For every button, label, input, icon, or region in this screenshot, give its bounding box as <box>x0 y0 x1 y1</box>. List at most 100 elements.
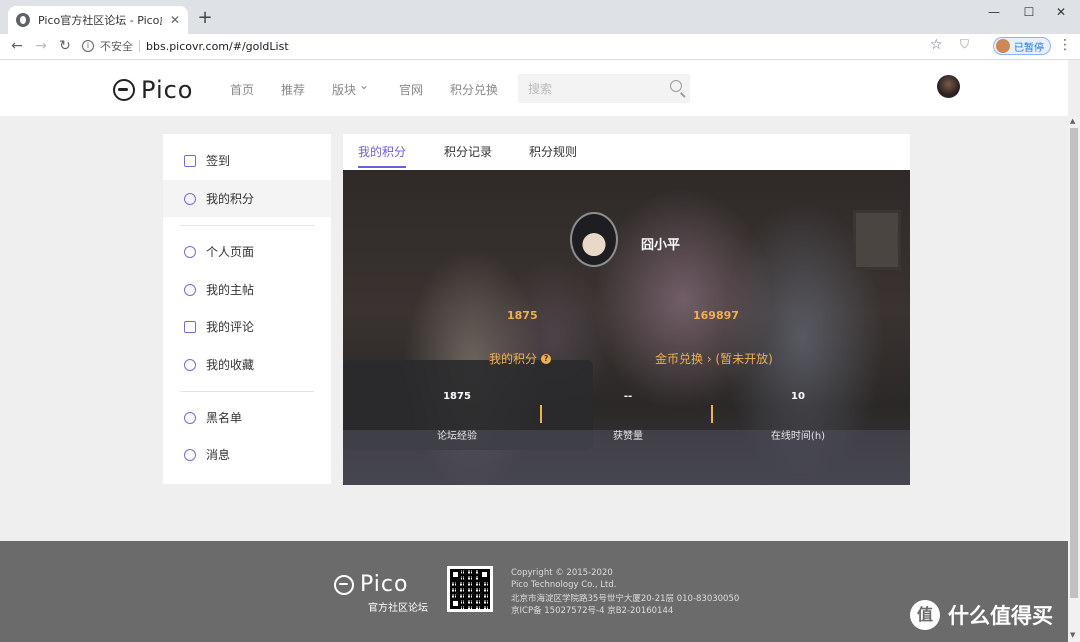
globe-icon <box>16 13 30 27</box>
minimize-button[interactable]: — <box>975 2 1013 22</box>
sidebar: 签到 我的积分 个人页面 我的主帖 我的评论 我的收藏 黑名单 消息 <box>163 134 331 484</box>
sidebar-item-label: 我的积分 <box>206 192 255 206</box>
page-scrollbar[interactable]: ▲ ▼ <box>1068 116 1080 642</box>
divider <box>139 40 140 52</box>
footer-logo-text: Pico <box>360 572 409 597</box>
pico-logo[interactable]: Pico <box>113 76 194 104</box>
info-icon[interactable]: i <box>82 40 94 52</box>
sidebar-item-profile[interactable]: 个人页面 <box>163 233 331 270</box>
sidebar-divider <box>180 391 314 392</box>
sidebar-item-my-comments[interactable]: 我的评论 <box>163 308 331 345</box>
logo-text: Pico <box>141 76 194 104</box>
qr-corner <box>450 598 461 609</box>
online-value: 10 <box>791 391 805 402</box>
search-icon[interactable] <box>670 80 682 92</box>
bookmark-star-icon[interactable]: ☆ <box>930 37 943 53</box>
likes-label: 获赞量 <box>613 431 643 442</box>
forward-button[interactable]: → <box>32 37 50 55</box>
browser-tab[interactable]: Pico官方社区论坛 - Pico虚拟现实 ✕ <box>8 6 188 34</box>
reload-button[interactable]: ↻ <box>56 37 74 55</box>
active-tab-indicator <box>358 166 406 168</box>
likes-value: -- <box>623 391 633 402</box>
calendar-icon <box>184 154 196 167</box>
nav-sections[interactable]: 版块 <box>332 81 356 98</box>
tab-title: Pico官方社区论坛 - Pico虚拟现实 <box>38 14 162 27</box>
profile-button[interactable]: 已暂停 <box>993 37 1051 55</box>
sidebar-item-label: 个人页面 <box>206 245 255 259</box>
nav-redeem[interactable]: 积分兑换 <box>450 81 498 98</box>
qr-code-pattern <box>450 569 490 609</box>
flame-icon <box>184 283 196 296</box>
stat-divider <box>711 405 713 423</box>
coin-icon <box>184 192 196 205</box>
help-icon[interactable]: ? <box>541 353 552 364</box>
tab-my-points[interactable]: 我的积分 <box>358 143 406 160</box>
nav-official[interactable]: 官网 <box>399 81 423 98</box>
search-box <box>518 74 690 103</box>
tab-points-rules[interactable]: 积分规则 <box>529 143 577 160</box>
online-label: 在线时间(h) <box>770 431 826 442</box>
address-bar[interactable]: i 不安全 bbs.picovr.com/#/goldList <box>82 36 962 56</box>
footer-copyright: Copyright © 2015-2020 <box>511 568 613 578</box>
watermark-text: 什么值得买 <box>948 604 1053 628</box>
close-tab-icon[interactable]: ✕ <box>170 13 180 27</box>
pico-logo-icon <box>113 79 135 101</box>
stat-divider <box>540 405 542 423</box>
tab-points-record[interactable]: 积分记录 <box>444 143 492 160</box>
sidebar-item-checkin[interactable]: 签到 <box>163 142 331 179</box>
scrollbar-thumb[interactable] <box>1070 128 1078 598</box>
sidebar-item-messages[interactable]: 消息 <box>163 436 331 473</box>
qr-corner <box>479 569 490 580</box>
watermark-icon: 值 <box>910 600 940 630</box>
url-text[interactable]: bbs.picovr.com/#/goldList <box>146 40 289 53</box>
watermark: 值 什么值得买 <box>910 600 1053 630</box>
scroll-down-icon[interactable]: ▼ <box>1070 631 1075 639</box>
user-avatar[interactable] <box>937 75 960 98</box>
profile-avatar-large[interactable] <box>570 212 618 267</box>
sidebar-item-my-posts[interactable]: 我的主帖 <box>163 271 331 308</box>
sidebar-item-label: 消息 <box>206 448 231 462</box>
qr-corner <box>450 569 461 580</box>
message-icon <box>184 448 196 461</box>
qr-code <box>447 566 493 612</box>
coins-exchange-link[interactable]: 金币兑换 › (暂未开放) <box>655 350 773 367</box>
profile-avatar <box>996 39 1010 53</box>
insecure-label: 不安全 <box>100 40 133 53</box>
coins-value: 169897 <box>693 309 739 322</box>
username: 囧小平 <box>641 238 681 253</box>
sidebar-item-label: 黑名单 <box>206 411 243 425</box>
footer-icp[interactable]: 京ICP备 15027572号-4 京B2-20160144 <box>511 604 673 616</box>
footer-sub-label: 官方社区论坛 <box>368 603 428 614</box>
search-input[interactable] <box>518 74 658 103</box>
experience-value: 1875 <box>443 391 471 402</box>
pico-logo-icon <box>334 574 354 595</box>
scroll-up-icon[interactable]: ▲ <box>1070 117 1075 125</box>
points-label: 我的积分 ? <box>489 350 552 367</box>
background-window <box>853 210 901 270</box>
sidebar-item-label: 我的主帖 <box>206 283 255 297</box>
edit-icon <box>184 320 196 333</box>
profile-status: 已暂停 <box>1014 42 1044 54</box>
browser-menu-icon[interactable]: ⋮ <box>1058 37 1072 53</box>
sidebar-item-label: 签到 <box>206 154 231 168</box>
footer-company: Pico Technology Co., Ltd. <box>511 580 617 590</box>
close-window-button[interactable]: ✕ <box>1042 2 1080 22</box>
user-icon <box>184 245 196 258</box>
sidebar-item-my-points[interactable]: 我的积分 <box>163 180 331 217</box>
sidebar-item-blacklist[interactable]: 黑名单 <box>163 399 331 436</box>
back-button[interactable]: ← <box>8 37 26 55</box>
points-hero: 囧小平 1875 169897 我的积分 ? 金币兑换 › (暂未开放) 187… <box>343 170 910 485</box>
new-tab-button[interactable]: + <box>195 8 215 28</box>
chevron-down-icon[interactable]: ⌄ <box>359 78 369 92</box>
sidebar-item-label: 我的收藏 <box>206 358 255 372</box>
nav-recommend[interactable]: 推荐 <box>281 81 305 98</box>
footer-logo[interactable]: Pico <box>334 572 408 597</box>
nav-home[interactable]: 首页 <box>230 81 254 98</box>
sidebar-item-label: 我的评论 <box>206 320 255 334</box>
star-icon <box>184 358 196 371</box>
sidebar-divider <box>180 225 314 226</box>
sidebar-item-favorites[interactable]: 我的收藏 <box>163 346 331 383</box>
footer-address: 北京市海淀区学院路35号世宁大厦20-21层 010-83030050 <box>511 594 740 604</box>
shield-icon[interactable]: ⛉ <box>960 37 969 52</box>
points-label-text: 我的积分 <box>489 352 538 366</box>
